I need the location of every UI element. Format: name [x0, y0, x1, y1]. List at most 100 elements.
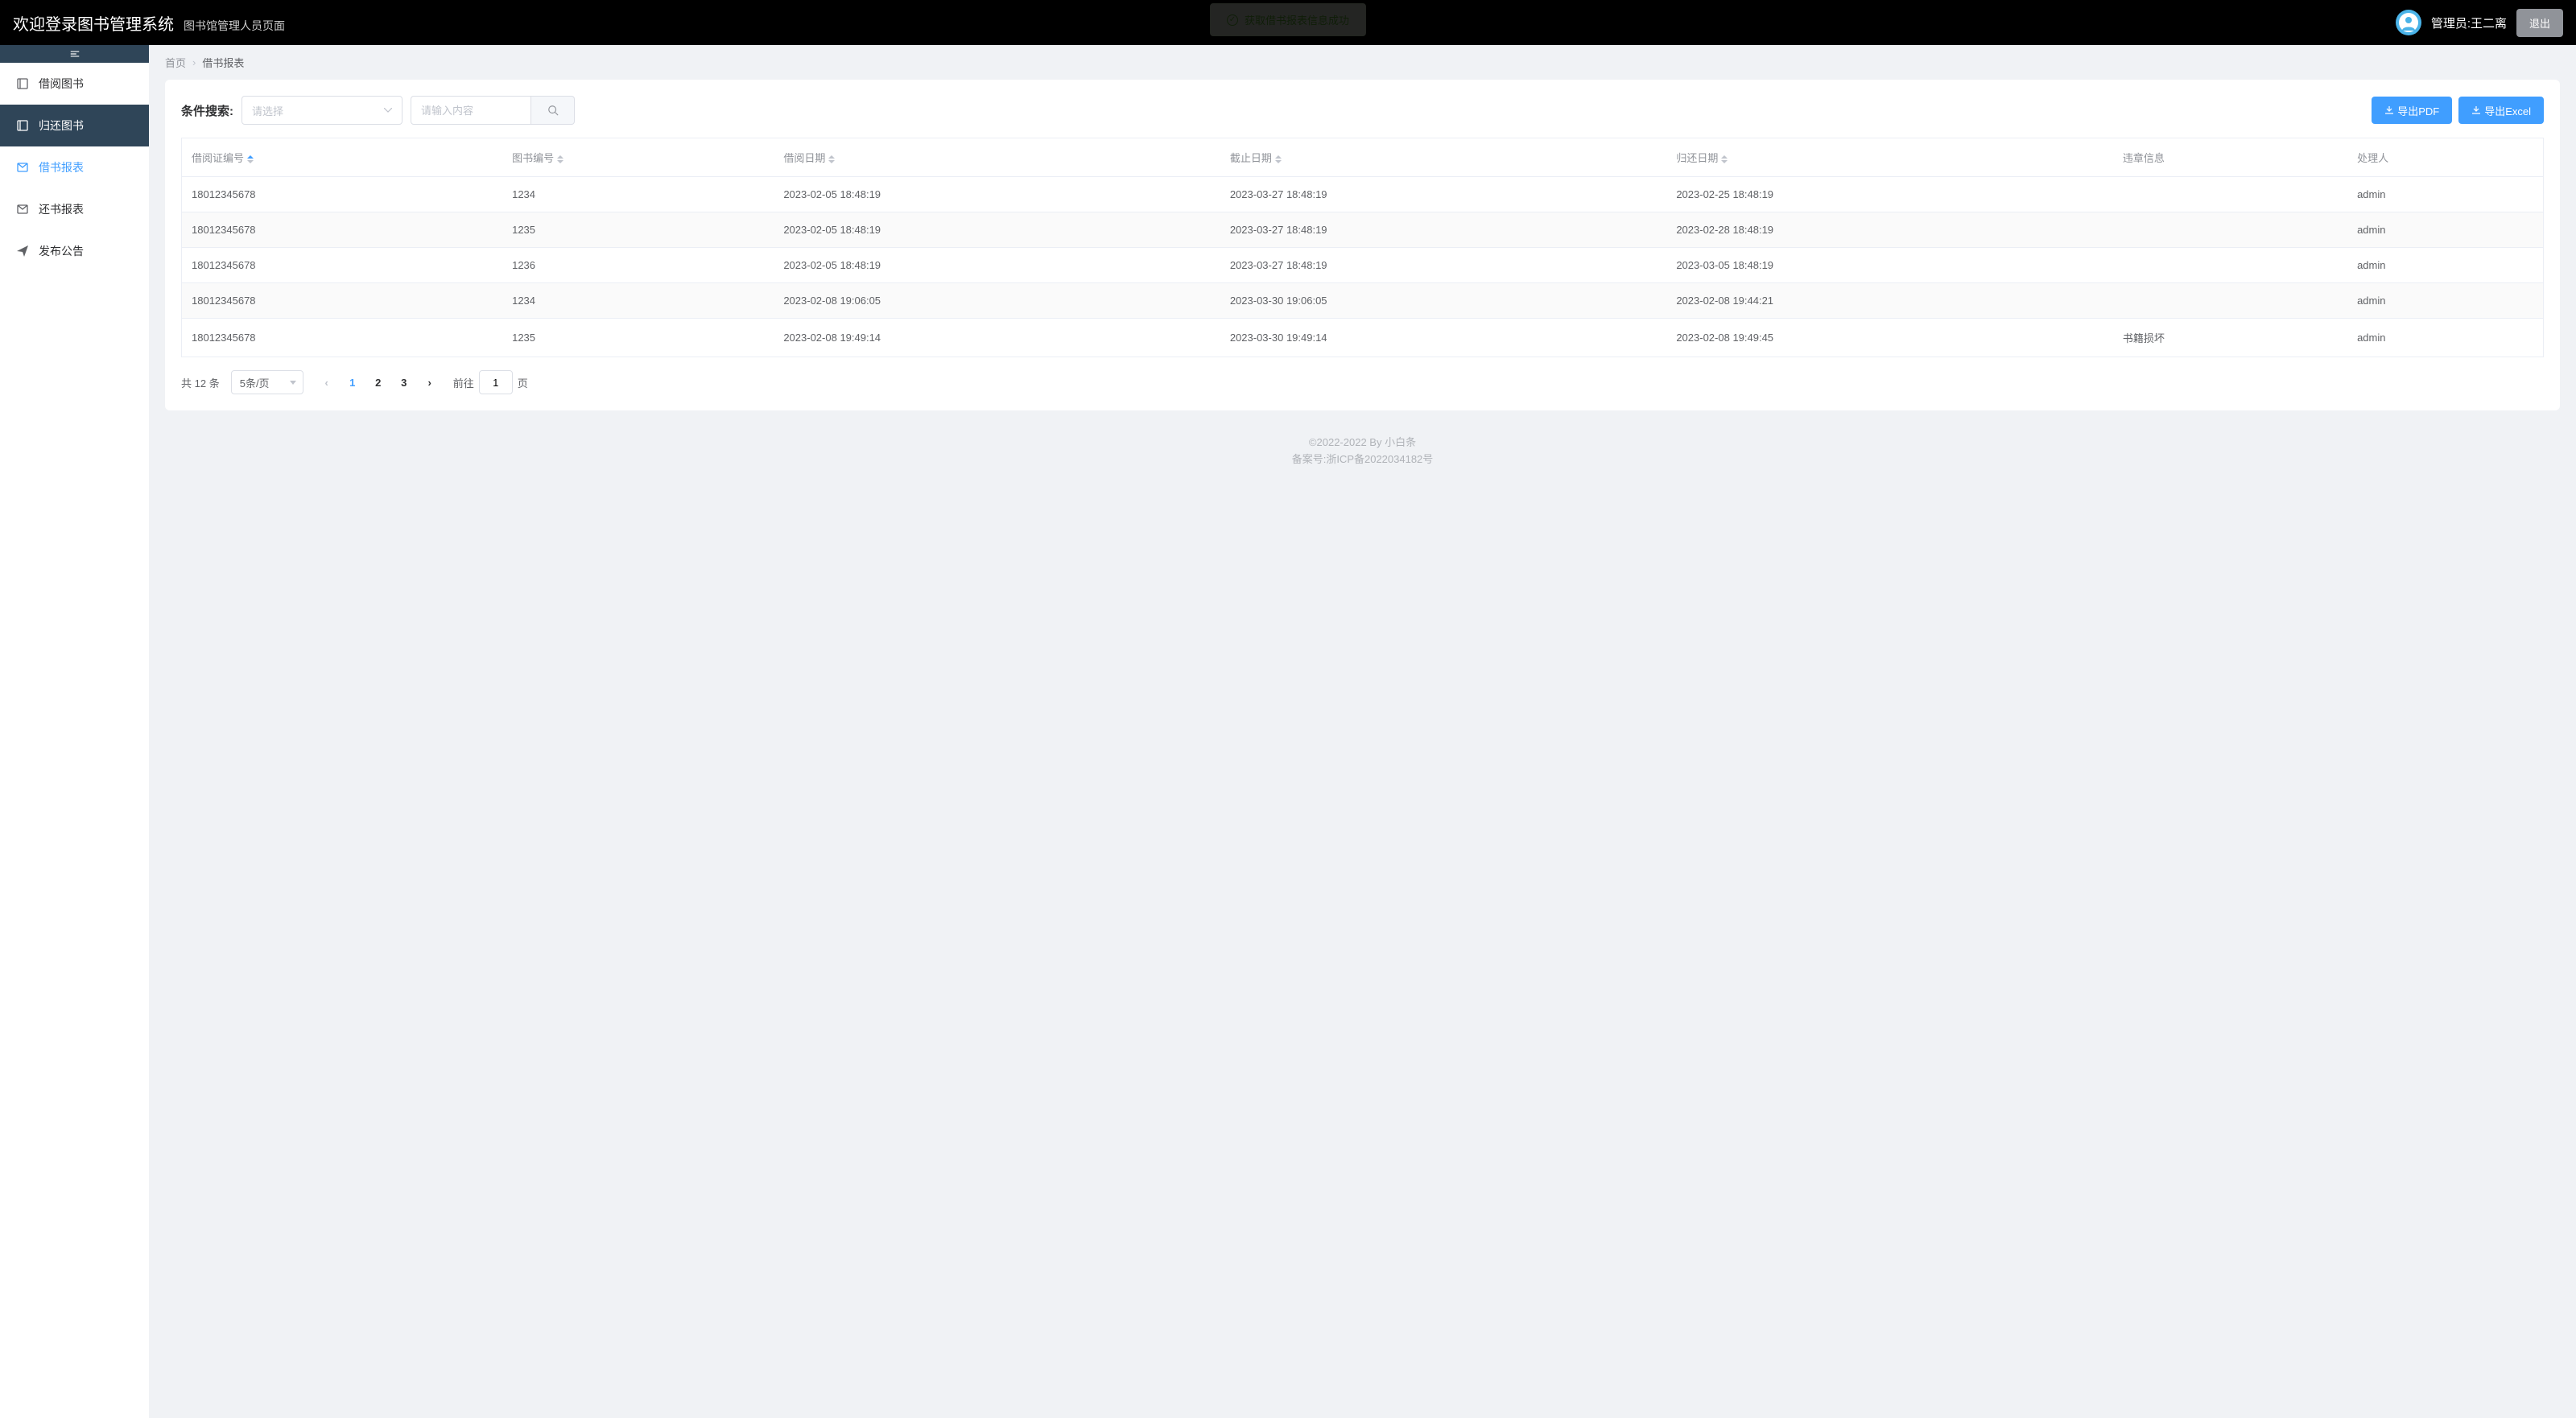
- sidebar-item-borrow-report[interactable]: 借书报表: [0, 146, 149, 188]
- col-card-no[interactable]: 借阅证编号: [182, 138, 503, 177]
- breadcrumb: 首页 › 借书报表: [149, 45, 2576, 80]
- pagination-total: 共 12 条: [181, 375, 220, 390]
- avatar-icon: [2399, 13, 2418, 32]
- cell-card_no: 18012345678: [182, 248, 503, 283]
- table-row[interactable]: 1801234567812352023-02-05 18:48:192023-0…: [182, 212, 2544, 248]
- cell-card_no: 18012345678: [182, 177, 503, 212]
- footer-copyright: ©2022-2022 By 小白条: [149, 435, 2576, 451]
- report-icon: [16, 161, 29, 174]
- page-2-button[interactable]: 2: [366, 370, 390, 394]
- cell-return_date: 2023-02-08 19:44:21: [1666, 283, 2113, 319]
- cell-card_no: 18012345678: [182, 212, 503, 248]
- sidebar-item-label: 发布公告: [39, 243, 84, 259]
- cell-handler: admin: [2347, 283, 2543, 319]
- header-left: 欢迎登录图书管理系统 图书馆管理人员页面: [13, 11, 285, 35]
- check-circle-icon: ✓: [1227, 14, 1238, 26]
- table-row[interactable]: 1801234567812342023-02-08 19:06:052023-0…: [182, 283, 2544, 319]
- export-pdf-button[interactable]: 导出PDF: [2372, 97, 2452, 124]
- sort-icon: [1721, 155, 1728, 163]
- search-button[interactable]: [531, 96, 575, 125]
- sort-icon: [1275, 155, 1282, 163]
- table-row[interactable]: 1801234567812352023-02-08 19:49:142023-0…: [182, 319, 2544, 357]
- sidebar-item-label: 借阅图书: [39, 76, 84, 92]
- cell-borrow_date: 2023-02-08 19:06:05: [774, 283, 1220, 319]
- cell-book_id: 1234: [502, 283, 774, 319]
- page-jump: 前往 页: [453, 370, 528, 394]
- sidebar-item-announce[interactable]: 发布公告: [0, 230, 149, 272]
- page-1-button[interactable]: 1: [341, 370, 365, 394]
- cell-due_date: 2023-03-30 19:06:05: [1220, 283, 1667, 319]
- sort-icon: [247, 155, 254, 163]
- app-title: 欢迎登录图书管理系统: [13, 11, 174, 35]
- sort-icon: [828, 155, 835, 163]
- cell-book_id: 1235: [502, 319, 774, 357]
- col-borrow-date[interactable]: 借阅日期: [774, 138, 1220, 177]
- cell-handler: admin: [2347, 212, 2543, 248]
- cell-book_id: 1234: [502, 177, 774, 212]
- cell-violation: [2113, 177, 2347, 212]
- cell-return_date: 2023-03-05 18:48:19: [1666, 248, 2113, 283]
- next-page-button[interactable]: ›: [418, 370, 442, 394]
- pagination: 共 12 条 5条/页 ‹ 1 2 3 › 前往 页: [181, 370, 2544, 394]
- page-size-select[interactable]: 5条/页: [231, 370, 303, 394]
- book-icon: [16, 119, 29, 132]
- content-card: 条件搜索: 请选择: [165, 80, 2560, 410]
- export-excel-button[interactable]: 导出Excel: [2458, 97, 2544, 124]
- cell-due_date: 2023-03-30 19:49:14: [1220, 319, 1667, 357]
- main: 首页 › 借书报表 条件搜索: 请选择: [149, 45, 2576, 1418]
- cell-borrow_date: 2023-02-08 19:49:14: [774, 319, 1220, 357]
- table-row[interactable]: 1801234567812362023-02-05 18:48:19 2023-0…: [182, 248, 2544, 283]
- breadcrumb-home[interactable]: 首页: [165, 55, 186, 70]
- toolbar: 条件搜索: 请选择: [181, 96, 2544, 125]
- sidebar: 借阅图书 归还图书 借书报表 还书报表 发布公告: [0, 45, 149, 1418]
- cell-card_no: 18012345678: [182, 319, 503, 357]
- data-table: 借阅证编号 图书编号 借阅日期 截止日期 归还日期 违章信息 处理人 18012…: [181, 138, 2544, 357]
- breadcrumb-current: 借书报表: [202, 55, 244, 70]
- cell-book_id: 1235: [502, 212, 774, 248]
- sidebar-item-return-report[interactable]: 还书报表: [0, 188, 149, 230]
- download-icon: [2384, 105, 2394, 115]
- avatar[interactable]: [2396, 10, 2421, 35]
- sidebar-item-label: 借书报表: [39, 159, 84, 175]
- sidebar-item-label: 归还图书: [39, 117, 84, 134]
- toast-success: ✓ 获取借书报表信息成功: [1210, 3, 1366, 36]
- footer: ©2022-2022 By 小白条 备案号:浙ICP备2022034182号: [149, 427, 2576, 473]
- cell-borrow_date: 2023-02-05 18:48:19: [774, 177, 1220, 212]
- sidebar-item-return[interactable]: 归还图书: [0, 105, 149, 146]
- col-return-date[interactable]: 归还日期: [1666, 138, 2113, 177]
- col-book-id[interactable]: 图书编号: [502, 138, 774, 177]
- prev-page-button[interactable]: ‹: [315, 370, 339, 394]
- search-input[interactable]: [421, 105, 521, 117]
- report-icon: [16, 203, 29, 216]
- logout-button[interactable]: 退出: [2516, 9, 2563, 37]
- col-handler: 处理人: [2347, 138, 2543, 177]
- table-row[interactable]: 1801234567812342023-02-05 18:48:192023-0…: [182, 177, 2544, 212]
- sidebar-item-borrow[interactable]: 借阅图书: [0, 63, 149, 105]
- sort-icon: [557, 155, 564, 163]
- search-label: 条件搜索:: [181, 102, 233, 119]
- condition-select[interactable]: 请选择: [242, 96, 402, 125]
- cell-handler: admin: [2347, 177, 2543, 212]
- cell-violation: [2113, 283, 2347, 319]
- cell-violation: [2113, 248, 2347, 283]
- page-3-button[interactable]: 3: [392, 370, 416, 394]
- sidebar-collapse-button[interactable]: [0, 45, 149, 63]
- cell-handler: admin: [2347, 319, 2543, 357]
- cell-violation: 书籍损坏: [2113, 319, 2347, 357]
- jump-input[interactable]: [479, 370, 513, 394]
- header-right: 管理员:王二离 退出: [2396, 9, 2563, 37]
- book-icon: [16, 77, 29, 90]
- col-due-date[interactable]: 截止日期: [1220, 138, 1667, 177]
- search-input-wrapper: [411, 96, 531, 125]
- cell-book_id: 1236: [502, 248, 774, 283]
- footer-icp: 备案号:浙ICP备2022034182号: [149, 451, 2576, 468]
- send-icon: [16, 245, 29, 258]
- cell-borrow_date: 2023-02-05 18:48:19: [774, 248, 1220, 283]
- cell-due_date: 2023-03-27 18:48:19: [1220, 177, 1667, 212]
- cell-card_no: 18012345678: [182, 283, 503, 319]
- cell-borrow_date: 2023-02-05 18:48:19: [774, 212, 1220, 248]
- download-icon: [2471, 105, 2481, 115]
- col-violation: 违章信息: [2113, 138, 2347, 177]
- toast-text: 获取借书报表信息成功: [1245, 12, 1349, 27]
- chevron-down-icon: [384, 108, 392, 113]
